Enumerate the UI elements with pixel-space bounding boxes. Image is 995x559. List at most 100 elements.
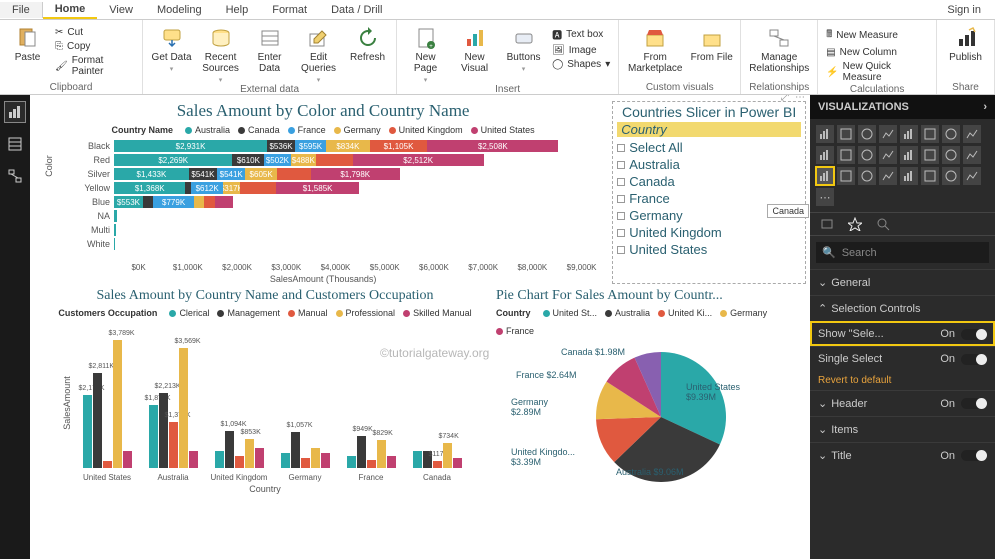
viz-tile[interactable]: [858, 125, 876, 143]
textbox-button[interactable]: 🅰Text box: [550, 26, 612, 43]
section-title[interactable]: ⌄Title On: [810, 442, 995, 468]
pie-label-au: Australia $9.06M: [616, 467, 684, 477]
group-label: Clipboard: [6, 82, 136, 94]
search-input[interactable]: 🔍Search: [816, 242, 989, 263]
pane-header[interactable]: VISUALIZATIONS›: [810, 95, 995, 119]
new-visual-button[interactable]: New Visual: [452, 22, 497, 74]
section-general[interactable]: ⌄General: [810, 269, 995, 295]
viz-more[interactable]: ⋯: [816, 188, 834, 206]
publish-icon: [954, 26, 978, 50]
menu-modeling[interactable]: Modeling: [145, 2, 214, 18]
menu-home[interactable]: Home: [43, 1, 98, 19]
viz-tile[interactable]: [816, 167, 834, 185]
slicer-item[interactable]: United Kingdom: [617, 224, 801, 241]
toggle[interactable]: On: [940, 353, 987, 365]
market-icon: [643, 26, 667, 50]
section-selection-controls[interactable]: ⌃Selection Controls: [810, 295, 995, 321]
slicer-item[interactable]: Select All: [617, 139, 801, 156]
toggle[interactable]: On: [940, 328, 987, 340]
format-painter-button[interactable]: 🖌Format Painter: [53, 54, 136, 78]
toggle[interactable]: On: [940, 450, 987, 462]
edit-queries-button[interactable]: Edit Queries▾: [296, 22, 341, 84]
slicer-item[interactable]: Australia: [617, 156, 801, 173]
toggle[interactable]: On: [940, 398, 987, 410]
viz-tile[interactable]: [816, 146, 834, 164]
menu-bar: File Home View Modeling Help Format Data…: [0, 0, 995, 20]
cut-icon: ✂: [55, 27, 63, 38]
chart-legend: Customers OccupationClericalManagementMa…: [40, 308, 490, 318]
cut-button[interactable]: ✂Cut: [53, 26, 136, 39]
viz-tile[interactable]: [879, 125, 897, 143]
viz-tile[interactable]: [942, 125, 960, 143]
stacked-bar-chart[interactable]: Sales Amount by Color and Country Name C…: [40, 101, 606, 284]
publish-button[interactable]: Publish: [943, 22, 988, 63]
viz-tile[interactable]: [921, 167, 939, 185]
data-view-tab[interactable]: [4, 133, 26, 155]
format-tab[interactable]: [848, 217, 862, 231]
section-items[interactable]: ⌄Items: [810, 416, 995, 442]
from-marketplace-button[interactable]: From Marketplace: [625, 22, 685, 74]
menu-datadrill[interactable]: Data / Drill: [319, 2, 394, 18]
viz-tile[interactable]: [879, 167, 897, 185]
slicer-item[interactable]: United States: [617, 241, 801, 258]
recent-sources-button[interactable]: Recent Sources▾: [198, 22, 243, 84]
image-button[interactable]: 🖼Image: [550, 44, 612, 57]
viz-tile[interactable]: [963, 146, 981, 164]
menu-file[interactable]: File: [0, 2, 43, 18]
viz-tile[interactable]: [963, 125, 981, 143]
viz-tile[interactable]: [816, 125, 834, 143]
viz-tile[interactable]: [858, 167, 876, 185]
pie-chart[interactable]: Pie Chart For Sales Amount by Countr... …: [496, 288, 806, 494]
quick-measure-button[interactable]: ⚡New Quick Measure: [824, 60, 930, 84]
viz-tile[interactable]: [942, 146, 960, 164]
copy-icon: ⎘: [55, 41, 63, 52]
viz-tile[interactable]: [837, 167, 855, 185]
toggle-show-select-all[interactable]: Show "Sele... On: [810, 321, 995, 346]
viz-tile[interactable]: [963, 167, 981, 185]
report-view-tab[interactable]: [4, 101, 26, 123]
viz-tile[interactable]: [900, 167, 918, 185]
viz-tile[interactable]: [837, 125, 855, 143]
more-icon[interactable]: ⋯: [795, 95, 805, 103]
menu-view[interactable]: View: [97, 2, 145, 18]
buttons-button[interactable]: Buttons▾: [501, 22, 546, 73]
get-data-button[interactable]: Get Data▾: [149, 22, 194, 73]
viz-tile[interactable]: [900, 125, 918, 143]
model-view-tab[interactable]: [4, 165, 26, 187]
revert-to-default[interactable]: Revert to default: [810, 371, 995, 390]
paste-button[interactable]: Paste: [6, 22, 49, 63]
new-column-button[interactable]: ▤New Column: [824, 46, 930, 59]
viz-tile[interactable]: [858, 146, 876, 164]
pie-label-us: United States$9.39M: [686, 382, 740, 402]
chevron-right-icon[interactable]: ›: [983, 101, 987, 113]
viz-tile[interactable]: [921, 146, 939, 164]
fields-tab[interactable]: [820, 217, 834, 231]
viz-tile[interactable]: [837, 146, 855, 164]
new-measure-button[interactable]: 🖩New Measure: [824, 26, 930, 45]
shapes-button[interactable]: ◯Shapes ▾: [550, 58, 612, 71]
from-file-button[interactable]: From File: [689, 22, 734, 63]
slicer-field[interactable]: Country: [617, 122, 801, 137]
section-header[interactable]: ⌄Header On: [810, 390, 995, 416]
analytics-tab[interactable]: [876, 217, 890, 231]
refresh-button[interactable]: Refresh: [345, 22, 390, 63]
signin-link[interactable]: Sign in: [933, 2, 995, 18]
menu-format[interactable]: Format: [260, 2, 319, 18]
new-page-button[interactable]: +New Page▾: [403, 22, 448, 84]
toggle-single-select[interactable]: Single Select On: [810, 346, 995, 371]
viz-tile[interactable]: [900, 146, 918, 164]
clustered-column-chart[interactable]: Sales Amount by Country Name and Custome…: [40, 288, 490, 494]
viz-gallery: ⋯: [810, 119, 995, 212]
viz-tile[interactable]: [879, 146, 897, 164]
slicer-item[interactable]: Canada: [617, 173, 801, 190]
focus-icon[interactable]: ⤢: [781, 95, 789, 103]
enter-data-button[interactable]: Enter Data: [247, 22, 292, 74]
visual-header[interactable]: ⤢⋯: [781, 95, 805, 103]
y-axis-label: SalesAmount: [62, 376, 72, 430]
viz-tile[interactable]: [942, 167, 960, 185]
viz-tile[interactable]: [921, 125, 939, 143]
copy-button[interactable]: ⎘Copy: [53, 40, 136, 53]
country-slicer[interactable]: ⤢⋯ Countries Slicer in Power BI Country …: [612, 101, 806, 284]
manage-rel-button[interactable]: Manage Relationships: [747, 22, 811, 74]
menu-help[interactable]: Help: [214, 2, 261, 18]
